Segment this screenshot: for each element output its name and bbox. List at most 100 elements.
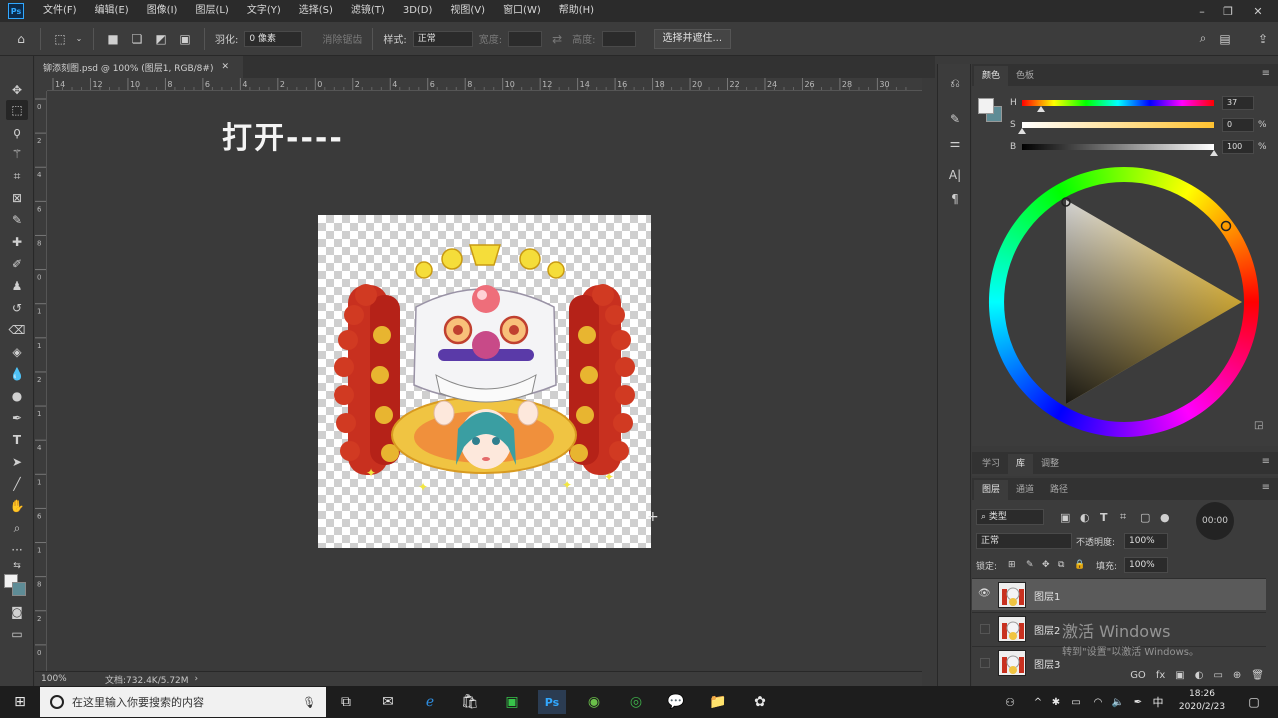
menu-select[interactable]: 选择(S) (290, 0, 342, 22)
blend-mode-select[interactable]: 正常 (976, 533, 1072, 549)
filter-type-icon[interactable]: T (1100, 511, 1108, 524)
ps-logo[interactable]: Ps (8, 3, 24, 19)
canvas-area[interactable]: 打开---- ✦ ✦ ✦ ✦ + (47, 91, 922, 671)
opacity-input[interactable]: 100% (1124, 533, 1168, 549)
line-tool-icon[interactable]: ╱ (6, 474, 28, 494)
new-layer-icon[interactable]: ⊕ (1233, 670, 1241, 681)
home-icon[interactable]: ⌂ (12, 30, 30, 48)
history-brush-tool-icon[interactable]: ↺ (6, 298, 28, 318)
filter-pixel-icon[interactable]: ▣ (1060, 511, 1070, 524)
task-view-icon[interactable]: ⧉ (332, 690, 360, 714)
tab-libraries[interactable]: 库 (1008, 454, 1034, 474)
menu-view[interactable]: 视图(V) (441, 0, 494, 22)
menu-type[interactable]: 文字(Y) (238, 0, 290, 22)
swap-icon[interactable]: ⇄ (548, 30, 566, 48)
brush-settings-icon[interactable]: ✎ (945, 110, 965, 128)
height-input[interactable] (601, 30, 636, 47)
character-panel-icon[interactable]: A| (945, 166, 965, 184)
taskbar-search-box[interactable]: 在这里输入你要搜索的内容 🎙 (40, 687, 326, 717)
restore-icon[interactable]: ❐ (1214, 0, 1242, 22)
brush-tool-icon[interactable]: ✐ (6, 254, 28, 274)
edge-browser-icon[interactable]: ℯ (416, 690, 444, 714)
new-selection-icon[interactable]: ■ (104, 30, 122, 48)
document-tab[interactable]: 铆添刻图.psd @ 100% (图层1, RGB/8#) ✕ (35, 56, 243, 78)
iqiyi-icon[interactable]: ▣ (498, 690, 526, 714)
menu-window[interactable]: 窗口(W) (494, 0, 550, 22)
crop-tool-icon[interactable]: ⌗ (6, 166, 28, 186)
mail-icon[interactable]: ✉ (374, 690, 402, 714)
clone-stamp-tool-icon[interactable]: ♟ (6, 276, 28, 296)
paragraph-panel-icon[interactable]: ¶ (945, 190, 965, 208)
background-color-swatch[interactable] (12, 582, 26, 596)
menu-edit[interactable]: 编辑(E) (86, 0, 138, 22)
app-icon-green-2[interactable]: ◎ (622, 690, 650, 714)
hand-tool-icon[interactable]: ✋ (6, 496, 28, 516)
workspace-icon[interactable]: ▤ (1216, 30, 1234, 48)
width-input[interactable] (508, 30, 543, 47)
layer-style-icon[interactable]: fx (1156, 670, 1165, 681)
history-panel-icon[interactable]: ⎌ (945, 74, 965, 92)
adjustment-layer-icon[interactable]: ◐ (1195, 670, 1204, 681)
filter-adjustment-icon[interactable]: ◐ (1080, 511, 1090, 524)
healing-brush-tool-icon[interactable]: ✚ (6, 232, 28, 252)
type-tool-icon[interactable]: T (6, 430, 28, 450)
wechat-icon[interactable]: 💬 (662, 690, 690, 714)
lock-all-icon[interactable]: 🔒 (1074, 560, 1085, 570)
hue-thumb[interactable] (1037, 106, 1046, 112)
visibility-toggle[interactable] (980, 624, 990, 634)
zoom-tool-icon[interactable]: ⌕ (6, 518, 28, 538)
blur-tool-icon[interactable]: 💧 (6, 364, 28, 384)
panel-menu-icon[interactable]: ≡ (1262, 68, 1270, 79)
marquee-tool-icon[interactable]: ⬚ (6, 100, 28, 120)
layer-row[interactable]: 👁 图层1 (972, 578, 1266, 610)
brightness-value[interactable]: 100 (1222, 140, 1254, 154)
tab-adjustments[interactable]: 调整 (1033, 454, 1067, 474)
menu-filter[interactable]: 滤镜(T) (342, 0, 394, 22)
menu-image[interactable]: 图像(I) (138, 0, 187, 22)
zoom-level[interactable]: 100% (35, 674, 85, 684)
magic-wand-tool-icon[interactable]: ⚚ (6, 144, 28, 164)
document-canvas[interactable]: ✦ ✦ ✦ ✦ (318, 215, 651, 548)
saturation-value[interactable]: 0 (1222, 118, 1254, 132)
add-selection-icon[interactable]: ❏ (128, 30, 146, 48)
marquee-preset-icon[interactable]: ⬚ (51, 30, 69, 48)
saturation-thumb[interactable] (1018, 128, 1026, 134)
foreground-swatch[interactable] (978, 98, 994, 114)
color-wheel[interactable] (988, 166, 1260, 438)
notification-icon[interactable]: ▢ (1240, 690, 1268, 714)
select-and-mask-button[interactable]: 选择并遮住... (653, 28, 732, 49)
saturation-track[interactable] (1022, 122, 1214, 128)
share-icon[interactable]: ⇪ (1254, 30, 1272, 48)
document-info[interactable]: 文档:732.4K/5.72M (85, 673, 189, 686)
link-layers-icon[interactable]: GO (1130, 670, 1146, 681)
close-tab-icon[interactable]: ✕ (221, 62, 229, 72)
subtract-selection-icon[interactable]: ◩ (152, 30, 170, 48)
tab-paths[interactable]: 路径 (1042, 480, 1076, 500)
minimize-icon[interactable]: – (1188, 0, 1216, 22)
lock-position-icon[interactable]: ✥ (1042, 560, 1050, 570)
paint-bucket-tool-icon[interactable]: ◈ (6, 342, 28, 362)
ime-indicator[interactable]: 中 (1144, 690, 1172, 714)
taskbar-clock[interactable]: 18:26 2020/2/23 (1170, 688, 1234, 714)
layer-name[interactable]: 图层1 (1034, 588, 1060, 603)
tab-swatches[interactable]: 色板 (1008, 66, 1042, 86)
frame-tool-icon[interactable]: ⊠ (6, 188, 28, 208)
move-tool-icon[interactable]: ✥ (6, 80, 28, 100)
brightness-track[interactable] (1022, 144, 1214, 150)
chevron-down-icon[interactable]: ⌄ (75, 30, 83, 48)
tab-color[interactable]: 颜色 (974, 66, 1009, 86)
menu-layer[interactable]: 图层(L) (186, 0, 237, 22)
resize-corner-icon[interactable]: ◲ (1254, 420, 1263, 431)
style-select[interactable]: 正常 (412, 30, 473, 47)
pen-tool-icon[interactable]: ✒ (6, 408, 28, 428)
panel-menu-icon[interactable]: ≡ (1262, 482, 1270, 493)
close-icon[interactable]: ✕ (1244, 0, 1272, 22)
file-explorer-icon[interactable]: 📁 (704, 690, 732, 714)
filter-smart-object-icon[interactable]: ▢ (1140, 511, 1150, 524)
tab-learn[interactable]: 学习 (974, 454, 1008, 474)
layer-filter-select[interactable]: ⌕ 类型 (976, 509, 1044, 525)
menu-file[interactable]: 文件(F) (34, 0, 86, 22)
recording-timer[interactable]: 00:00 (1196, 502, 1234, 540)
lock-artboard-icon[interactable]: ⧉ (1058, 560, 1064, 570)
microphone-icon[interactable]: 🎙 (302, 696, 316, 709)
